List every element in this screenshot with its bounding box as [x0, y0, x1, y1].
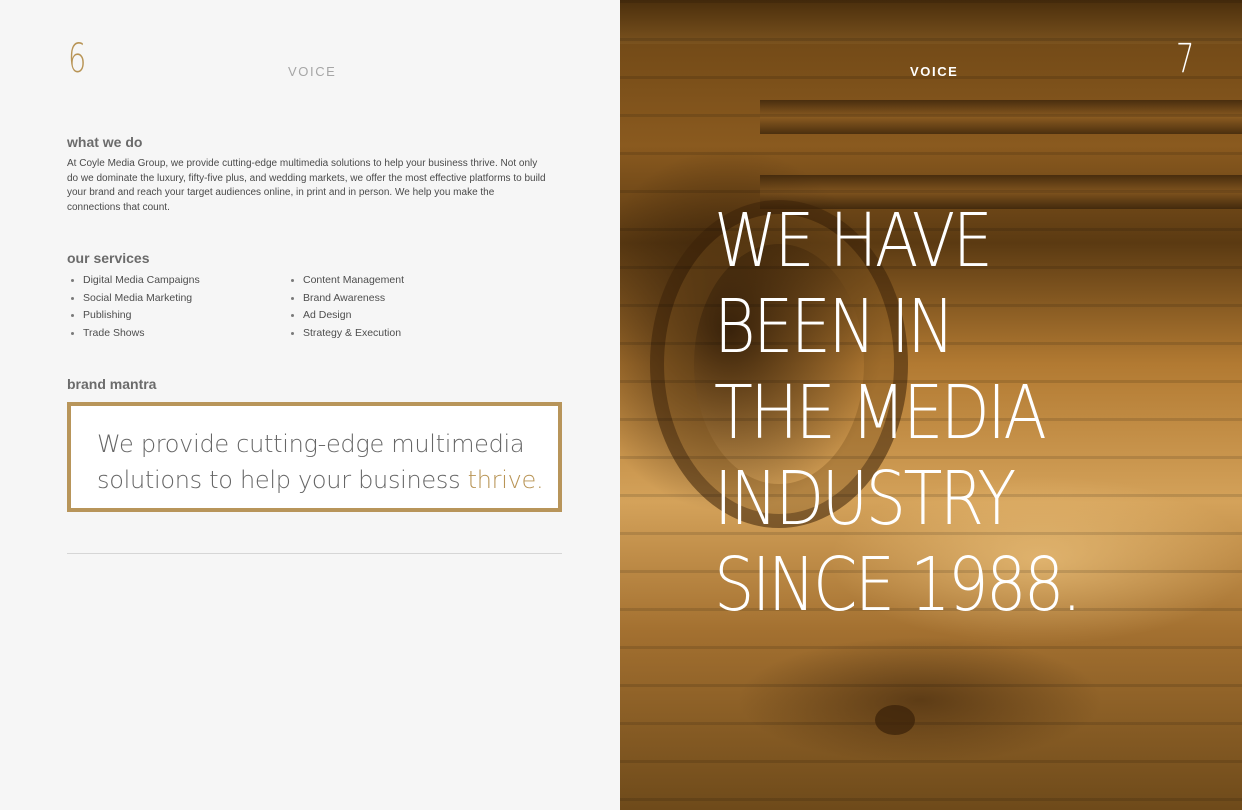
service-item: Publishing [67, 308, 287, 323]
photo-knob [875, 705, 915, 735]
service-item: Content Management [287, 273, 507, 288]
service-item: Strategy & Execution [287, 326, 507, 341]
brand-mantra-quote: We provide cutting-edge multimedia solut… [97, 426, 547, 498]
divider [67, 553, 562, 554]
right-page-photo: VOICE 7 WE HAVE BEEN IN THE MEDIA INDUST… [620, 0, 1242, 810]
left-page: 6 VOICE what we do At Coyle Media Group,… [0, 0, 620, 810]
service-item: Digital Media Campaigns [67, 273, 287, 288]
brochure-spread: 6 VOICE what we do At Coyle Media Group,… [0, 0, 1242, 810]
services-list: Digital Media Campaigns Content Manageme… [67, 273, 527, 340]
section-label-right: VOICE [910, 64, 959, 79]
brand-mantra-accent-word: thrive. [467, 466, 544, 494]
page-number-left: 6 [68, 36, 87, 82]
service-item: Ad Design [287, 308, 507, 323]
service-item: Trade Shows [67, 326, 287, 341]
service-item: Brand Awareness [287, 291, 507, 306]
our-services-heading: our services [67, 250, 150, 266]
page-number-right: 7 [1176, 36, 1195, 82]
brand-mantra-text: We provide cutting-edge multimedia solut… [97, 430, 525, 494]
what-we-do-body: At Coyle Media Group, we provide cutting… [67, 158, 546, 213]
section-label-left: VOICE [288, 64, 337, 79]
headline: WE HAVE BEEN IN THE MEDIA INDUSTRY SINCE… [714, 198, 1082, 628]
brand-mantra-heading: brand mantra [67, 376, 157, 392]
service-item: Social Media Marketing [67, 291, 287, 306]
what-we-do-heading: what we do [67, 134, 143, 150]
brand-mantra-box: We provide cutting-edge multimedia solut… [67, 402, 562, 512]
